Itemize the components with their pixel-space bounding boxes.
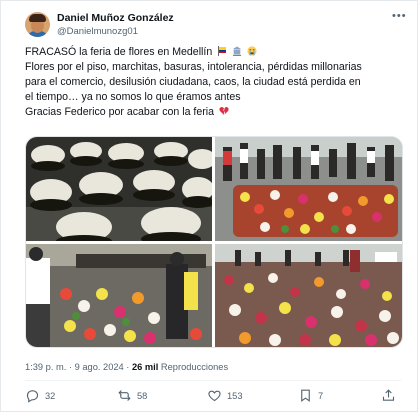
broken-heart-icon bbox=[219, 107, 229, 115]
retweet-count: 58 bbox=[137, 390, 148, 401]
photo-flower-arrangements[interactable] bbox=[26, 137, 212, 241]
bookmark-button[interactable]: 7 bbox=[298, 388, 323, 403]
more-icon[interactable]: ••• bbox=[392, 10, 407, 22]
timestamp[interactable]: 1:39 p. m. · 9 ago. 2024 · bbox=[25, 362, 132, 372]
media-grid[interactable] bbox=[25, 136, 403, 348]
bookmark-count: 7 bbox=[318, 390, 324, 401]
colombia-flag-icon bbox=[218, 46, 227, 56]
tweet-line: el tiempo… ya no somos lo que éramos ant… bbox=[25, 91, 241, 103]
views-count: 26 mil bbox=[131, 362, 159, 372]
tweet-meta: 1:39 p. m. · 9 ago. 2024 · 26 mil Reprod… bbox=[25, 362, 228, 372]
retweet-icon bbox=[118, 390, 131, 401]
views-label: Reproducciones bbox=[158, 362, 229, 372]
avatar[interactable] bbox=[25, 12, 50, 37]
like-icon bbox=[208, 390, 221, 402]
reply-count: 32 bbox=[45, 390, 56, 401]
building-icon bbox=[233, 46, 242, 56]
divider bbox=[25, 380, 401, 381]
photo-street-flowers[interactable] bbox=[215, 244, 402, 347]
tweet-card: Daniel Muñoz González @Danielmunozg01 ••… bbox=[0, 0, 418, 412]
tweet-line: Flores por el piso, marchitas, basuras, … bbox=[25, 61, 362, 73]
reply-icon bbox=[26, 390, 39, 403]
author-handle[interactable]: @Danielmunozg01 bbox=[57, 26, 138, 37]
tweet-line: para el comercio, desilusión ciudadana, … bbox=[25, 76, 361, 88]
retweet-button[interactable]: 58 bbox=[117, 388, 147, 403]
action-bar: 32 58 153 7 bbox=[25, 388, 401, 408]
photo-flowers-ground[interactable] bbox=[26, 244, 212, 347]
bookmark-icon bbox=[301, 389, 310, 402]
like-button[interactable]: 153 bbox=[207, 388, 243, 403]
like-count: 153 bbox=[227, 390, 243, 401]
tweet-line: Gracias Federico por acabar con la feria bbox=[25, 106, 215, 118]
photo-crowd-street[interactable] bbox=[215, 137, 402, 241]
tweet-line: FRACASÓ la feria de flores en Medellín bbox=[25, 46, 213, 58]
share-button[interactable] bbox=[381, 388, 396, 403]
share-icon bbox=[382, 389, 395, 401]
reply-button[interactable]: 32 bbox=[25, 388, 55, 403]
tweet-text: FRACASÓ la feria de flores en Medellín F… bbox=[25, 45, 405, 120]
author-name[interactable]: Daniel Muñoz González bbox=[57, 12, 174, 24]
crying-face-icon bbox=[247, 46, 257, 56]
